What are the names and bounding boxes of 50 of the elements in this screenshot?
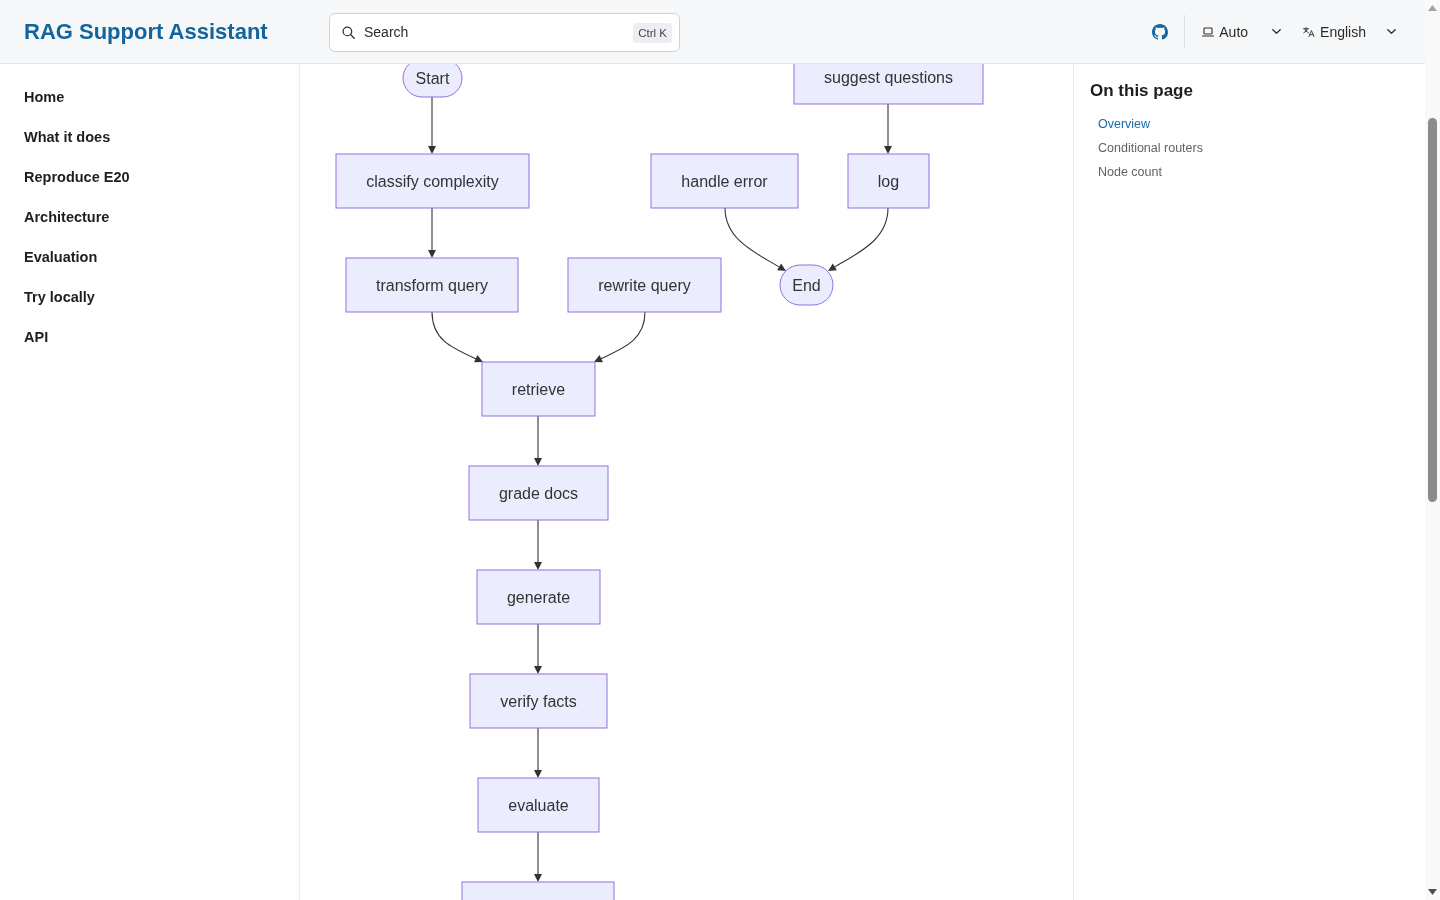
keyboard-shortcut: Ctrl K xyxy=(633,22,672,43)
connector-arrow xyxy=(724,207,786,271)
connector-arrow xyxy=(534,831,542,882)
process-node: log xyxy=(847,153,930,209)
search-icon xyxy=(342,25,355,39)
toc-heading: On this page xyxy=(1090,80,1193,102)
sidebar-link[interactable]: API xyxy=(0,317,73,357)
sidebar-link[interactable]: Try locally xyxy=(0,277,119,317)
laptop-icon xyxy=(1202,26,1215,37)
process-node: retrieve xyxy=(481,361,596,417)
toc-link[interactable]: Node count xyxy=(1098,160,1162,184)
scrollbar[interactable] xyxy=(1425,0,1440,900)
process-node: generate xyxy=(476,569,601,625)
site-title[interactable]: RAG Support Assistant xyxy=(24,18,268,44)
connector-arrow xyxy=(534,519,542,570)
scroll-down-icon[interactable] xyxy=(1428,889,1437,895)
chevron-down-icon xyxy=(1272,29,1282,34)
process-node: evaluate xyxy=(477,777,600,833)
connector-arrow xyxy=(428,96,436,154)
toc-link[interactable]: Overview xyxy=(1098,112,1151,136)
process-node: classify complexity xyxy=(335,153,530,209)
sidebar-link[interactable]: What it does xyxy=(0,117,135,157)
sidebar-link[interactable]: Reproduce E20 xyxy=(0,157,154,197)
theme-select[interactable]: Auto xyxy=(1202,23,1282,40)
chevron-down-icon xyxy=(1387,29,1396,34)
toc-link[interactable]: Conditional routers xyxy=(1098,136,1203,160)
connector-arrow xyxy=(534,623,542,674)
connector-arrow xyxy=(534,727,542,778)
connector-arrow xyxy=(428,207,436,258)
scroll-up-icon[interactable] xyxy=(1428,5,1437,11)
sidebar-link[interactable]: Evaluation xyxy=(0,237,122,277)
process-node: verify facts xyxy=(469,673,608,729)
translate-icon xyxy=(1303,26,1316,37)
connector-arrow xyxy=(884,103,892,154)
terminal-node: End xyxy=(779,264,834,306)
sidebar-link[interactable]: Home xyxy=(0,77,89,117)
connector-arrow xyxy=(431,311,483,363)
scrollbar-thumb[interactable] xyxy=(1428,118,1437,502)
terminal-node: Start xyxy=(402,64,463,98)
process-node: transform query xyxy=(345,257,519,313)
process-node: rewrite query xyxy=(567,257,722,313)
connector-arrow xyxy=(594,311,646,363)
process-node: handle error xyxy=(650,153,799,209)
process-node: suggest questions xyxy=(793,64,984,105)
github-icon[interactable] xyxy=(1152,23,1169,40)
sidebar-link[interactable]: Architecture xyxy=(0,197,134,237)
connector-arrow xyxy=(534,415,542,466)
process-node: grade docs xyxy=(468,465,609,521)
connector-arrow xyxy=(828,207,889,271)
language-select[interactable]: English xyxy=(1303,23,1396,40)
